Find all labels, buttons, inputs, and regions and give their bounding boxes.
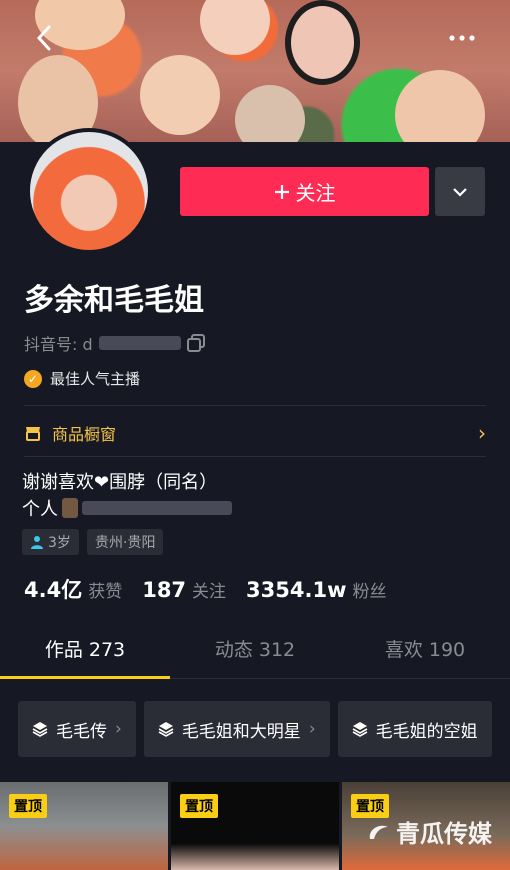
likes-label: 获赞 — [88, 582, 123, 602]
tab-works[interactable]: 作品 273 — [0, 624, 170, 679]
collection-label: 毛毛姐的空姐 — [375, 721, 478, 742]
chevron-right-icon: › — [478, 421, 486, 445]
followers-count: 3354.1w — [246, 578, 347, 602]
banner-face — [200, 0, 270, 55]
likes-stat[interactable]: 4.4亿 获赞 — [24, 574, 122, 604]
layers-icon — [158, 722, 174, 737]
watermark-logo-icon — [369, 825, 388, 839]
shop-window-label: 商品橱窗 — [52, 425, 117, 444]
profile-banner — [0, 0, 510, 142]
tab-likes[interactable]: 喜欢 190 — [340, 624, 510, 678]
plus-icon — [274, 184, 289, 199]
profile-name: 多余和毛毛姐 — [24, 283, 204, 318]
more-options-button[interactable] — [442, 18, 482, 58]
age-tag-label: 3岁 — [48, 535, 71, 551]
likes-count: 4.4亿 — [24, 578, 83, 602]
collection-chip[interactable]: 毛毛传 › — [18, 701, 136, 757]
bio-line-2-prefix: 个人 — [22, 499, 58, 520]
copy-icon[interactable] — [186, 334, 205, 352]
redacted-id — [98, 336, 181, 350]
avatar[interactable] — [26, 128, 152, 254]
layers-icon — [352, 722, 368, 737]
watermark-text: 青瓜传媒 — [396, 820, 492, 848]
banner-face — [235, 85, 305, 142]
collection-label: 毛毛姐和大明星 — [181, 721, 301, 742]
collections-row: 毛毛传 › 毛毛姐和大明星 › 毛毛姐的空姐 — [18, 701, 510, 757]
ellipsis-icon — [449, 35, 475, 41]
collection-chip[interactable]: 毛毛姐的空姐 — [337, 701, 492, 757]
back-button[interactable] — [24, 18, 64, 58]
location-tag: 贵州·贵阳 — [87, 529, 164, 555]
following-stat[interactable]: 187 关注 — [142, 577, 226, 602]
follow-button[interactable]: 关注 — [180, 167, 429, 216]
check-badge-icon: ✓ — [24, 369, 42, 388]
banner-face — [285, 0, 360, 85]
badge-text: 最佳人气主播 — [50, 370, 141, 388]
shop-window-link[interactable]: 商品橱窗 › — [24, 420, 486, 446]
certification-badge: ✓ 最佳人气主播 — [24, 368, 140, 389]
chevron-down-icon — [453, 187, 467, 197]
divider — [24, 456, 486, 457]
shop-icon — [26, 427, 40, 441]
content-tabs: 作品 273 动态 312 喜欢 190 — [0, 624, 510, 679]
stats-row: 4.4亿 获赞 187 关注 3354.1w 粉丝 — [24, 574, 386, 604]
chevron-right-icon: › — [308, 719, 316, 739]
video-thumbnail[interactable]: 置顶 — [0, 782, 168, 870]
bio-line-1: 谢谢喜欢❤围脖（同名） — [22, 472, 218, 493]
redacted-bio — [82, 501, 232, 515]
follow-label: 关注 — [295, 181, 336, 205]
following-label: 关注 — [192, 582, 227, 602]
following-count: 187 — [142, 578, 187, 602]
chevron-left-icon — [36, 25, 51, 51]
followers-stat[interactable]: 3354.1w 粉丝 — [246, 577, 386, 602]
tab-activity[interactable]: 动态 312 — [170, 624, 340, 678]
divider — [24, 405, 486, 406]
collection-label: 毛毛传 — [56, 721, 107, 742]
layers-icon — [32, 722, 48, 737]
redacted-bio — [62, 498, 78, 518]
followers-label: 粉丝 — [352, 582, 387, 602]
recommend-dropdown-button[interactable] — [435, 167, 485, 216]
person-icon — [31, 536, 43, 549]
banner-face — [140, 55, 220, 135]
age-tag: 3岁 — [22, 529, 79, 555]
douyin-id-label: 抖音号: d — [24, 335, 93, 354]
chevron-right-icon: › — [115, 719, 122, 739]
pinned-badge: 置顶 — [180, 794, 218, 818]
pinned-badge: 置顶 — [9, 794, 47, 818]
bio-line-2: 个人 — [22, 495, 232, 521]
banner-face — [395, 70, 485, 142]
watermark: 青瓜传媒 — [366, 814, 492, 849]
douyin-id[interactable]: 抖音号: d — [24, 331, 205, 355]
video-thumbnail[interactable]: 置顶 — [171, 782, 339, 870]
collection-chip[interactable]: 毛毛姐和大明星 › — [143, 701, 330, 757]
location-tag-label: 贵州·贵阳 — [95, 535, 156, 551]
